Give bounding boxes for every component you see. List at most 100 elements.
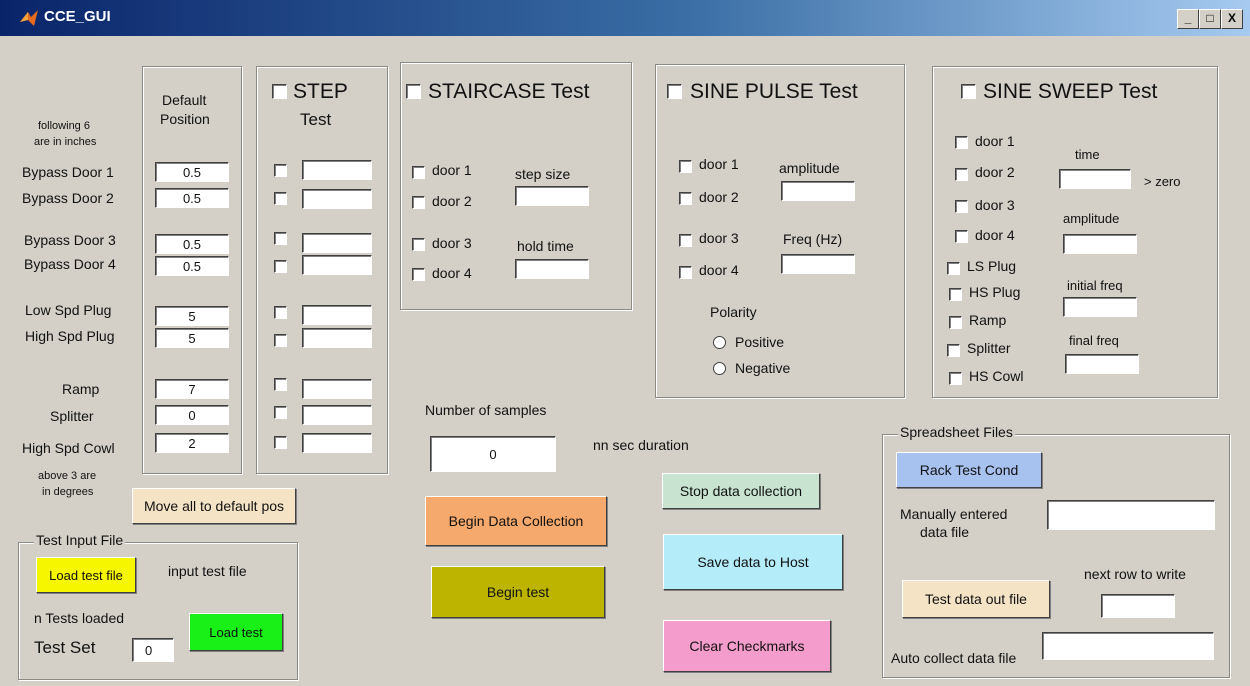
step-test-subtitle: Test <box>300 110 332 129</box>
default-value-ramp[interactable]: 7 <box>155 379 229 399</box>
sine-pulse-door-2-checkbox[interactable] <box>679 192 692 205</box>
auto-collect-file-input[interactable] <box>1042 632 1214 660</box>
step-field-3[interactable] <box>302 233 372 253</box>
default-value-high-spd-plug[interactable]: 5 <box>155 328 229 348</box>
rack-test-cond-button[interactable]: Rack Test Cond <box>896 452 1042 488</box>
sine-pulse-amplitude-input[interactable] <box>781 181 855 201</box>
load-test-file-button[interactable]: Load test file <box>36 557 136 593</box>
polarity-positive-radio[interactable] <box>713 336 726 349</box>
sweep-time-label: time <box>1075 147 1100 162</box>
step-field-7[interactable] <box>302 379 372 399</box>
maximize-button[interactable]: □ <box>1199 9 1221 29</box>
save-data-to-host-button[interactable]: Save data to Host <box>663 534 843 590</box>
sweep-hs-plug-label: HS Plug <box>969 284 1021 300</box>
step-field-4[interactable] <box>302 255 372 275</box>
manually-entered-file-input[interactable] <box>1047 500 1215 530</box>
step-field-5[interactable] <box>302 305 372 325</box>
sweep-ls-plug-checkbox[interactable] <box>947 262 960 275</box>
step-checkbox-5[interactable] <box>274 306 287 319</box>
sweep-initial-freq-input[interactable] <box>1063 297 1137 317</box>
sine-pulse-freq-input[interactable] <box>781 254 855 274</box>
default-value-splitter[interactable]: 0 <box>155 405 229 425</box>
default-value-low-spd-plug[interactable]: 5 <box>155 306 229 326</box>
close-button[interactable]: X <box>1221 9 1243 29</box>
sweep-ramp-checkbox[interactable] <box>949 316 962 329</box>
number-of-samples-input[interactable]: 0 <box>430 436 556 472</box>
sweep-amplitude-input[interactable] <box>1063 234 1137 254</box>
step-field-6[interactable] <box>302 328 372 348</box>
staircase-door-3-checkbox[interactable] <box>412 238 425 251</box>
sweep-splitter-label: Splitter <box>967 340 1011 356</box>
sweep-door-2-checkbox[interactable] <box>955 168 968 181</box>
sweep-hs-cowl-checkbox[interactable] <box>949 372 962 385</box>
step-checkbox-8[interactable] <box>274 406 287 419</box>
polarity-positive-label: Positive <box>735 334 785 350</box>
default-value-bypass-door-1[interactable]: 0.5 <box>155 162 229 182</box>
test-set-label: Test Set <box>34 638 96 657</box>
load-test-button[interactable]: Load test <box>189 613 283 651</box>
polarity-negative-label: Negative <box>735 360 791 376</box>
polarity-negative-radio[interactable] <box>713 362 726 375</box>
stop-data-collection-button[interactable]: Stop data collection <box>662 473 820 509</box>
sweep-ls-plug-label: LS Plug <box>967 258 1017 274</box>
test-set-input[interactable]: 0 <box>132 638 174 662</box>
sweep-splitter-checkbox[interactable] <box>947 344 960 357</box>
begin-test-button[interactable]: Begin test <box>431 566 605 618</box>
sweep-time-input[interactable] <box>1059 169 1131 189</box>
sweep-door-4-checkbox[interactable] <box>955 230 968 243</box>
step-size-input[interactable] <box>515 186 589 206</box>
step-field-1[interactable] <box>302 160 372 180</box>
n-tests-loaded-label: n Tests loaded <box>34 610 125 626</box>
staircase-door-4-checkbox[interactable] <box>412 268 425 281</box>
hold-time-input[interactable] <box>515 259 589 279</box>
title-bar <box>0 0 1250 36</box>
staircase-door-1-checkbox[interactable] <box>412 166 425 179</box>
sine-pulse-door-1-checkbox[interactable] <box>679 160 692 173</box>
step-checkbox-2[interactable] <box>274 192 287 205</box>
row-label-splitter: Splitter <box>50 408 94 424</box>
sine-sweep-test-title: SINE SWEEP Test <box>983 80 1158 103</box>
sweep-hs-cowl-label: HS Cowl <box>969 368 1024 384</box>
degrees-note-bottom: in degrees <box>42 486 94 498</box>
sweep-hs-plug-checkbox[interactable] <box>949 288 962 301</box>
step-field-2[interactable] <box>302 189 372 209</box>
minimize-button[interactable]: _ <box>1177 9 1199 29</box>
default-value-bypass-door-3[interactable]: 0.5 <box>155 234 229 254</box>
row-label-bypass-door-3: Bypass Door 3 <box>24 232 116 248</box>
matlab-icon <box>20 10 38 26</box>
step-checkbox-4[interactable] <box>274 260 287 273</box>
next-row-input[interactable] <box>1101 594 1175 618</box>
row-label-low-spd-plug: Low Spd Plug <box>25 302 112 318</box>
step-size-label: step size <box>515 166 571 182</box>
sweep-final-freq-input[interactable] <box>1065 354 1139 374</box>
begin-data-collection-button[interactable]: Begin Data Collection <box>425 496 607 546</box>
degrees-note-top: above 3 are <box>38 470 97 482</box>
sweep-door-1-checkbox[interactable] <box>955 136 968 149</box>
sweep-door-3-label: door 3 <box>975 197 1015 213</box>
row-label-high-spd-plug: High Spd Plug <box>25 328 115 344</box>
step-test-checkbox[interactable] <box>272 84 287 99</box>
test-data-out-file-button[interactable]: Test data out file <box>902 580 1050 618</box>
sine-pulse-door-3-checkbox[interactable] <box>679 234 692 247</box>
clear-checkmarks-button[interactable]: Clear Checkmarks <box>663 620 831 672</box>
sine-pulse-door-4-checkbox[interactable] <box>679 266 692 279</box>
step-checkbox-3[interactable] <box>274 232 287 245</box>
sine-pulse-test-checkbox[interactable] <box>667 84 682 99</box>
staircase-door-2-checkbox[interactable] <box>412 196 425 209</box>
default-value-bypass-door-2[interactable]: 0.5 <box>155 188 229 208</box>
step-checkbox-6[interactable] <box>274 334 287 347</box>
sweep-door-1-label: door 1 <box>975 133 1015 149</box>
default-value-high-spd-cowl[interactable]: 2 <box>155 433 229 453</box>
step-checkbox-1[interactable] <box>274 164 287 177</box>
default-value-bypass-door-4[interactable]: 0.5 <box>155 256 229 276</box>
staircase-test-checkbox[interactable] <box>406 84 421 99</box>
step-checkbox-9[interactable] <box>274 436 287 449</box>
sine-sweep-test-checkbox[interactable] <box>961 84 976 99</box>
step-field-8[interactable] <box>302 405 372 425</box>
step-checkbox-7[interactable] <box>274 378 287 391</box>
step-field-9[interactable] <box>302 433 372 453</box>
sine-pulse-door-1-label: door 1 <box>699 156 739 172</box>
sweep-door-3-checkbox[interactable] <box>955 200 968 213</box>
move-all-default-button[interactable]: Move all to default pos <box>132 488 296 524</box>
default-title-2: Position <box>160 111 210 127</box>
